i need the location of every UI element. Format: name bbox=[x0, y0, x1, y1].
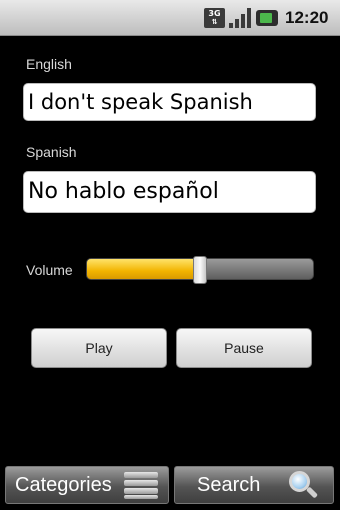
signal-strength-icon bbox=[229, 8, 251, 28]
english-label: English bbox=[26, 56, 72, 72]
volume-label: Volume bbox=[26, 262, 73, 278]
app-screen: 3G ⇅ 12:20 English I don't speak Spanish… bbox=[0, 0, 340, 510]
english-input[interactable]: I don't speak Spanish bbox=[23, 83, 316, 121]
list-icon bbox=[124, 471, 158, 499]
categories-tab[interactable]: Categories bbox=[5, 466, 169, 504]
spanish-output[interactable]: No hablo español bbox=[23, 171, 316, 213]
categories-tab-label: Categories bbox=[15, 474, 112, 496]
pause-button[interactable]: Pause bbox=[176, 328, 312, 368]
network-label: 3G bbox=[208, 9, 221, 18]
play-button[interactable]: Play bbox=[31, 328, 167, 368]
status-bar: 3G ⇅ 12:20 bbox=[0, 0, 340, 36]
search-icon bbox=[287, 469, 319, 501]
volume-slider-fill bbox=[87, 259, 200, 279]
3g-icon: 3G ⇅ bbox=[204, 8, 225, 28]
battery-icon bbox=[256, 10, 278, 26]
volume-slider-thumb[interactable] bbox=[193, 256, 207, 284]
search-tab[interactable]: Search bbox=[174, 466, 334, 504]
volume-slider[interactable] bbox=[86, 256, 314, 284]
spanish-label: Spanish bbox=[26, 144, 77, 160]
search-tab-label: Search bbox=[197, 474, 261, 496]
status-time: 12:20 bbox=[285, 8, 329, 27]
